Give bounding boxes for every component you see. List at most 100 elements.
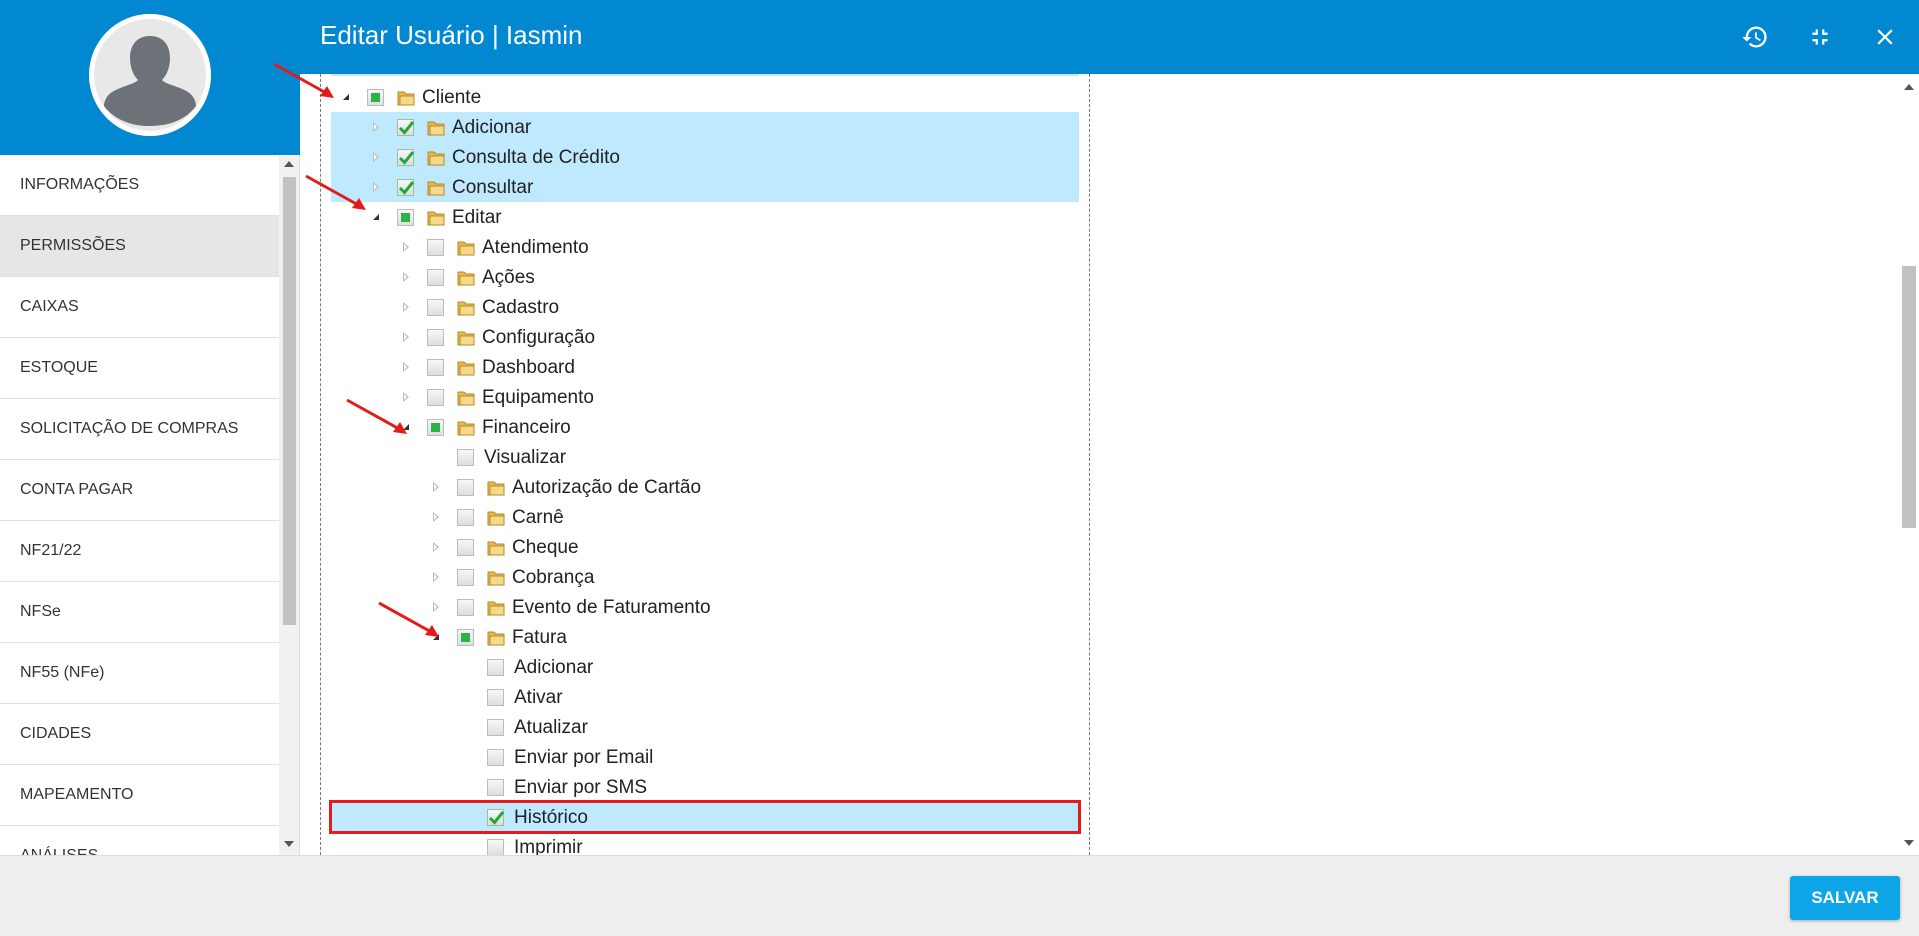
checkbox[interactable] (487, 779, 504, 796)
tree-row-label: Cheque (512, 537, 579, 558)
collapsed-triangle-icon[interactable] (373, 152, 379, 162)
tree-row-label: Visualizar (484, 447, 567, 468)
checkbox[interactable] (427, 329, 444, 346)
checkbox-partial[interactable] (397, 209, 414, 226)
tree-row[interactable]: Cheque (331, 532, 1079, 562)
checkbox[interactable] (427, 239, 444, 256)
checkbox[interactable] (487, 719, 504, 736)
checkbox[interactable] (427, 299, 444, 316)
checkbox[interactable] (457, 479, 474, 496)
tree-row[interactable]: Adicionar (331, 652, 1079, 682)
tree-row[interactable]: Autorização de Cartão (331, 472, 1079, 502)
tree-row[interactable]: Histórico (329, 800, 1081, 834)
sidebar-item-mapeamento[interactable]: MAPEAMENTO (0, 765, 279, 826)
tree-row[interactable]: Consulta de Crédito (331, 142, 1079, 172)
checkbox-partial[interactable] (427, 419, 444, 436)
collapsed-triangle-icon[interactable] (433, 572, 439, 582)
tree-row[interactable]: Editar (331, 202, 1079, 232)
sidebar-scrollbar[interactable] (279, 155, 299, 855)
tree-row[interactable]: Carnê (331, 502, 1079, 532)
sidebar-item-cidades[interactable]: CIDADES (0, 704, 279, 765)
checkbox-checked[interactable] (397, 119, 415, 136)
tree-row[interactable]: Imprimir (331, 832, 1079, 855)
minimize-button[interactable] (1800, 17, 1840, 57)
tree-row-label: Atendimento (482, 237, 589, 258)
sidebar-item-caixas[interactable]: CAIXAS (0, 277, 279, 338)
tree-row[interactable]: Equipamento (331, 382, 1079, 412)
compress-icon (1812, 29, 1828, 45)
sidebar-item-nf21-22[interactable]: NF21/22 (0, 521, 279, 582)
collapsed-triangle-icon[interactable] (433, 542, 439, 552)
checkbox[interactable] (487, 659, 504, 676)
checkbox-checked[interactable] (487, 809, 505, 826)
tree-row[interactable]: Financeiro (331, 412, 1079, 442)
collapsed-triangle-icon[interactable] (403, 302, 409, 312)
checkbox[interactable] (457, 599, 474, 616)
checkbox[interactable] (457, 539, 474, 556)
save-button[interactable]: SALVAR (1790, 876, 1900, 920)
collapsed-triangle-icon[interactable] (403, 242, 409, 252)
scroll-down-arrow-icon[interactable] (1904, 840, 1914, 846)
tree-row-label: Enviar por SMS (514, 777, 648, 798)
checkbox-partial[interactable] (367, 89, 384, 106)
tree-row[interactable]: Ações (331, 262, 1079, 292)
page-title: Editar Usuário | Iasmin (320, 20, 583, 50)
scroll-down-arrow-icon[interactable] (284, 841, 294, 847)
collapsed-triangle-icon[interactable] (403, 332, 409, 342)
history-button[interactable] (1735, 17, 1775, 57)
annotation-arrow-icon (346, 398, 407, 434)
tree-row[interactable]: Consultar (331, 172, 1079, 202)
tree-row[interactable]: Atualizar (331, 712, 1079, 742)
checkbox[interactable] (457, 569, 474, 586)
tree-row[interactable]: Enviar por SMS (331, 772, 1079, 802)
expanded-triangle-icon[interactable] (343, 94, 349, 100)
scroll-up-arrow-icon[interactable] (284, 161, 294, 167)
close-button[interactable] (1865, 17, 1905, 57)
tree-row[interactable]: Cadastro (331, 292, 1079, 322)
checkbox[interactable] (487, 749, 504, 766)
content-scrollbar[interactable] (1899, 74, 1919, 855)
sidebar-item-solicitacao-compras[interactable]: SOLICITAÇÃO DE COMPRAS (0, 399, 279, 460)
tree-row[interactable]: Configuração (331, 322, 1079, 352)
content-scroll-thumb[interactable] (1902, 266, 1916, 528)
sidebar-item-analises[interactable]: ANÁLISES (0, 826, 279, 855)
sidebar-item-permissoes[interactable]: PERMISSÕES (0, 216, 279, 277)
collapsed-triangle-icon[interactable] (373, 182, 379, 192)
scroll-up-arrow-icon[interactable] (1904, 84, 1914, 90)
checkbox-checked[interactable] (397, 149, 415, 166)
checkbox[interactable] (457, 449, 474, 466)
tree-row[interactable]: Enviar por Email (331, 742, 1079, 772)
footer-bar: SALVAR (0, 855, 1919, 936)
tree-row[interactable]: Cobrança (331, 562, 1079, 592)
folder-icon (426, 148, 445, 166)
checkbox-checked[interactable] (397, 179, 415, 196)
tree-row-hidden-above[interactable] (331, 74, 1079, 76)
sidebar-item-estoque[interactable]: ESTOQUE (0, 338, 279, 399)
checkbox-partial[interactable] (457, 629, 474, 646)
collapsed-triangle-icon[interactable] (403, 362, 409, 372)
tree-row[interactable]: Visualizar (331, 442, 1079, 472)
sidebar-item-informacoes[interactable]: INFORMAÇÕES (0, 155, 279, 216)
tree-row[interactable]: Dashboard (331, 352, 1079, 382)
sidebar-scroll-thumb[interactable] (283, 177, 296, 625)
tree-row-label: Cobrança (512, 567, 595, 588)
expanded-triangle-icon[interactable] (373, 214, 379, 220)
tree-row[interactable]: Atendimento (331, 232, 1079, 262)
tree-row[interactable]: Adicionar (331, 112, 1079, 142)
tree-row-label: Consulta de Crédito (452, 147, 620, 168)
tree-row[interactable]: Cliente (331, 82, 1079, 112)
collapsed-triangle-icon[interactable] (433, 482, 439, 492)
checkbox[interactable] (457, 509, 474, 526)
sidebar-item-conta-pagar[interactable]: CONTA PAGAR (0, 460, 279, 521)
checkbox[interactable] (427, 359, 444, 376)
checkbox[interactable] (427, 389, 444, 406)
tree-row[interactable]: Ativar (331, 682, 1079, 712)
sidebar-item-nfse[interactable]: NFSe (0, 582, 279, 643)
collapsed-triangle-icon[interactable] (403, 272, 409, 282)
sidebar-item-nf55[interactable]: NF55 (NFe) (0, 643, 279, 704)
collapsed-triangle-icon[interactable] (433, 512, 439, 522)
checkbox[interactable] (487, 839, 504, 855)
checkbox[interactable] (487, 689, 504, 706)
collapsed-triangle-icon[interactable] (373, 122, 379, 132)
checkbox[interactable] (427, 269, 444, 286)
